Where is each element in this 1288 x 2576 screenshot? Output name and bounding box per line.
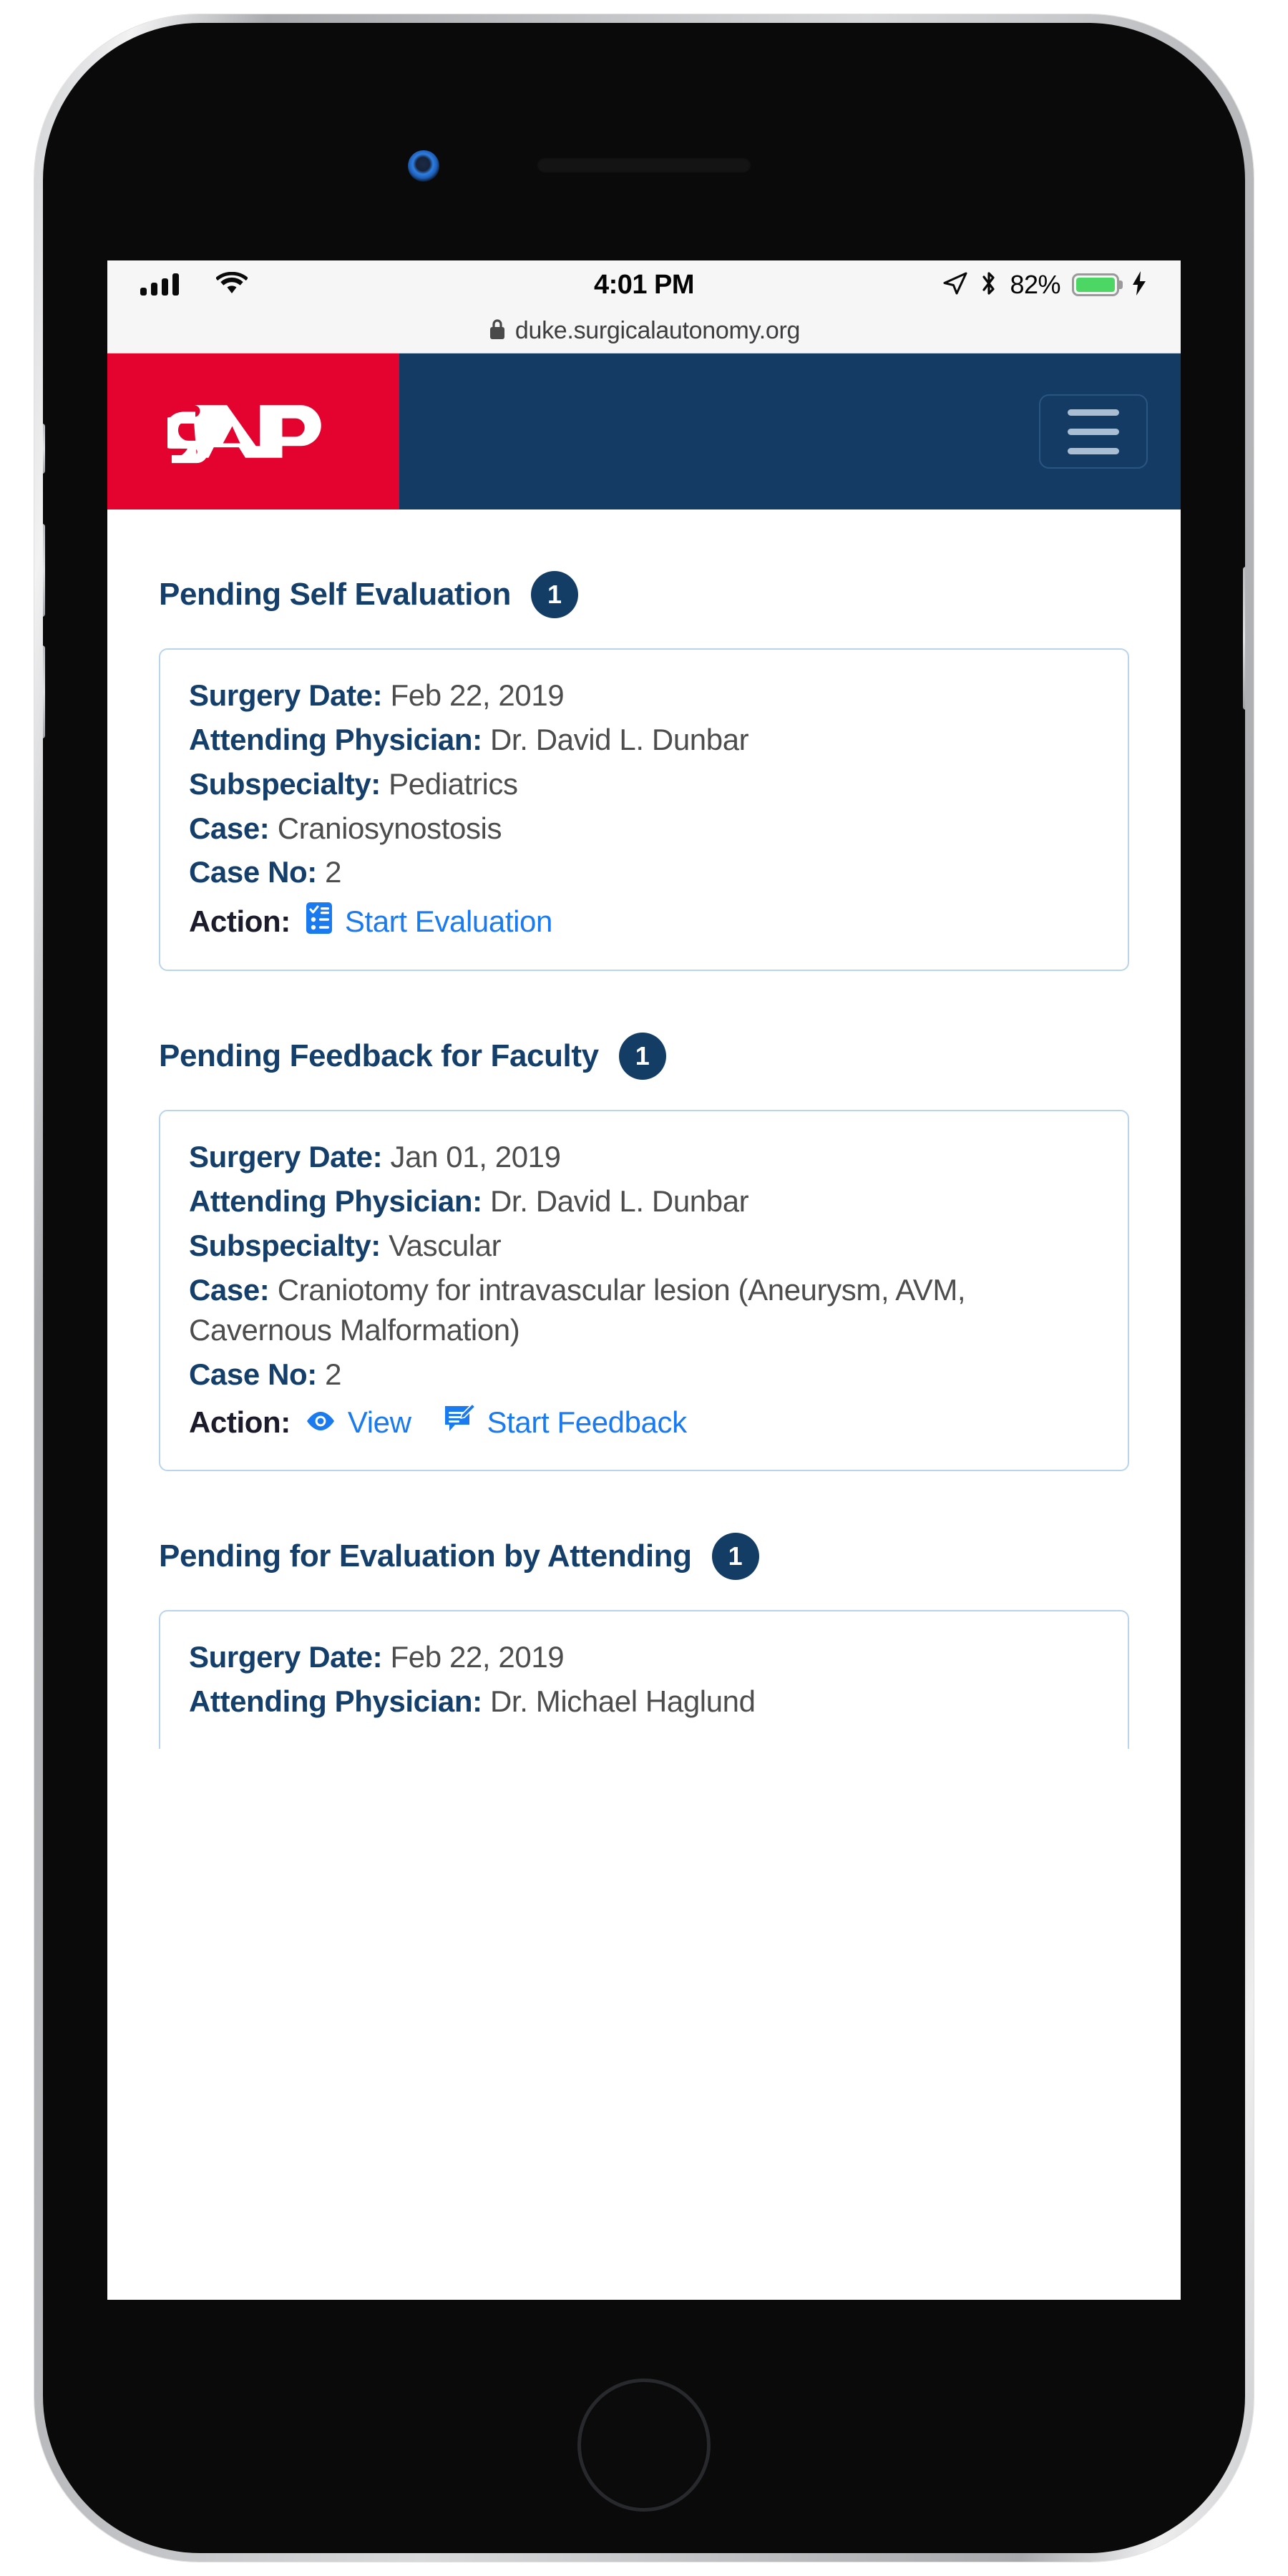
sap-logo-icon	[167, 405, 321, 464]
action-link-label: Start Evaluation	[344, 904, 553, 939]
action-row: Action: View Start Feedback	[189, 1402, 1099, 1443]
section-header-self-evaluation: Pending Self Evaluation 1	[159, 571, 1129, 618]
phone-body: 4:01 PM 82% duke.surgicalautonomy.org Pe…	[43, 23, 1245, 2553]
start-evaluation-link[interactable]: Start Evaluation	[305, 901, 552, 942]
field-value: Feb 22, 2019	[390, 1640, 565, 1674]
field-value: Pediatrics	[389, 766, 518, 801]
field-value: Craniosynostosis	[277, 811, 502, 845]
field-case: Case: Craniotomy for intravascular lesio…	[189, 1270, 1099, 1350]
field-label: Attending Physician:	[189, 1184, 482, 1219]
field-value: Jan 01, 2019	[390, 1140, 561, 1174]
action-link-label: View	[347, 1405, 411, 1440]
section-count-badge: 1	[531, 571, 578, 618]
hamburger-menu-icon[interactable]	[1039, 394, 1148, 469]
field-label: Case:	[189, 1272, 270, 1307]
app-header	[107, 353, 1181, 509]
field-label: Case No:	[189, 1357, 317, 1391]
field-surgery-date: Surgery Date: Feb 22, 2019	[189, 1637, 1099, 1677]
pending-evaluation-attending-card: Surgery Date: Feb 22, 2019 Attending Phy…	[159, 1610, 1129, 1750]
app-header-right	[399, 353, 1181, 509]
field-attending-physician: Attending Physician: Dr. Michael Haglund	[189, 1682, 1099, 1722]
lightning-bolt-icon	[1131, 270, 1148, 300]
field-label: Attending Physician:	[189, 722, 482, 756]
battery-percent-label: 82%	[1010, 270, 1060, 299]
section-count-badge: 1	[711, 1533, 759, 1581]
field-value: Dr. David L. Dunbar	[490, 1184, 749, 1219]
pending-feedback-faculty-card: Surgery Date: Jan 01, 2019 Attending Phy…	[159, 1110, 1129, 1472]
field-label: Surgery Date:	[189, 678, 383, 712]
field-subspecialty: Subspecialty: Pediatrics	[189, 764, 1099, 804]
action-label: Action:	[189, 904, 291, 939]
home-button[interactable]	[577, 2379, 711, 2512]
field-subspecialty: Subspecialty: Vascular	[189, 1226, 1099, 1266]
field-case: Case: Craniosynostosis	[189, 809, 1099, 849]
section-header-evaluation-by-attending: Pending for Evaluation by Attending 1	[159, 1533, 1129, 1581]
status-bar-right: 82%	[942, 270, 1148, 301]
section-header-feedback-faculty: Pending Feedback for Faculty 1	[159, 1033, 1129, 1080]
field-value: Feb 22, 2019	[390, 678, 565, 712]
section-title: Pending for Evaluation by Attending	[159, 1538, 692, 1574]
field-surgery-date: Surgery Date: Jan 01, 2019	[189, 1137, 1099, 1177]
field-case-no: Case No: 2	[189, 852, 1099, 892]
location-arrow-icon	[942, 271, 968, 299]
status-bar: 4:01 PM 82%	[107, 260, 1181, 309]
volume-up-button[interactable]	[43, 524, 45, 617]
lock-icon	[488, 318, 507, 344]
brand-logo-block[interactable]	[107, 353, 399, 509]
field-label: Surgery Date:	[189, 1140, 383, 1174]
field-value: Dr. Michael Haglund	[490, 1684, 756, 1719]
field-label: Subspecialty:	[189, 1229, 381, 1263]
field-label: Attending Physician:	[189, 1684, 482, 1719]
clipboard-list-icon	[305, 901, 333, 942]
earpiece-speaker	[537, 157, 751, 173]
action-row: Action: Start Evaluation	[189, 901, 1099, 942]
battery-icon	[1072, 273, 1119, 296]
field-attending-physician: Attending Physician: Dr. David L. Dunbar	[189, 720, 1099, 760]
field-label: Case:	[189, 811, 270, 845]
front-camera-icon	[408, 150, 439, 182]
field-value: 2	[325, 855, 342, 889]
page-content: Pending Self Evaluation 1 Surgery Date: …	[107, 571, 1181, 1750]
url-text: duke.surgicalautonomy.org	[514, 317, 801, 344]
pending-self-evaluation-card: Surgery Date: Feb 22, 2019 Attending Phy…	[159, 648, 1129, 972]
field-label: Case No:	[189, 855, 317, 889]
bluetooth-icon	[980, 270, 998, 301]
action-link-label: Start Feedback	[487, 1405, 688, 1440]
field-surgery-date: Surgery Date: Feb 22, 2019	[189, 675, 1099, 716]
field-value: Dr. David L. Dunbar	[490, 722, 749, 756]
field-value: 2	[325, 1357, 342, 1391]
eye-icon	[305, 1405, 336, 1440]
section-count-badge: 1	[618, 1033, 666, 1080]
mute-switch[interactable]	[43, 424, 45, 474]
start-feedback-link[interactable]: Start Feedback	[443, 1402, 687, 1443]
view-link[interactable]: View	[305, 1405, 411, 1440]
power-button[interactable]	[1243, 567, 1245, 710]
volume-down-button[interactable]	[43, 645, 45, 738]
field-value: Vascular	[389, 1229, 502, 1263]
phone-frame: 4:01 PM 82% duke.surgicalautonomy.org Pe…	[34, 14, 1254, 2562]
field-case-no: Case No: 2	[189, 1355, 1099, 1395]
field-label: Subspecialty:	[189, 766, 381, 801]
field-value: Craniotomy for intravascular lesion (Ane…	[189, 1272, 966, 1347]
browser-address-bar[interactable]: duke.surgicalautonomy.org	[107, 309, 1181, 353]
field-attending-physician: Attending Physician: Dr. David L. Dunbar	[189, 1181, 1099, 1221]
phone-screen: 4:01 PM 82% duke.surgicalautonomy.org Pe…	[107, 260, 1181, 2300]
section-title: Pending Self Evaluation	[159, 577, 511, 612]
section-title: Pending Feedback for Faculty	[159, 1038, 599, 1074]
action-label: Action:	[189, 1405, 291, 1440]
field-label: Surgery Date:	[189, 1640, 383, 1674]
comment-edit-icon	[443, 1402, 476, 1443]
